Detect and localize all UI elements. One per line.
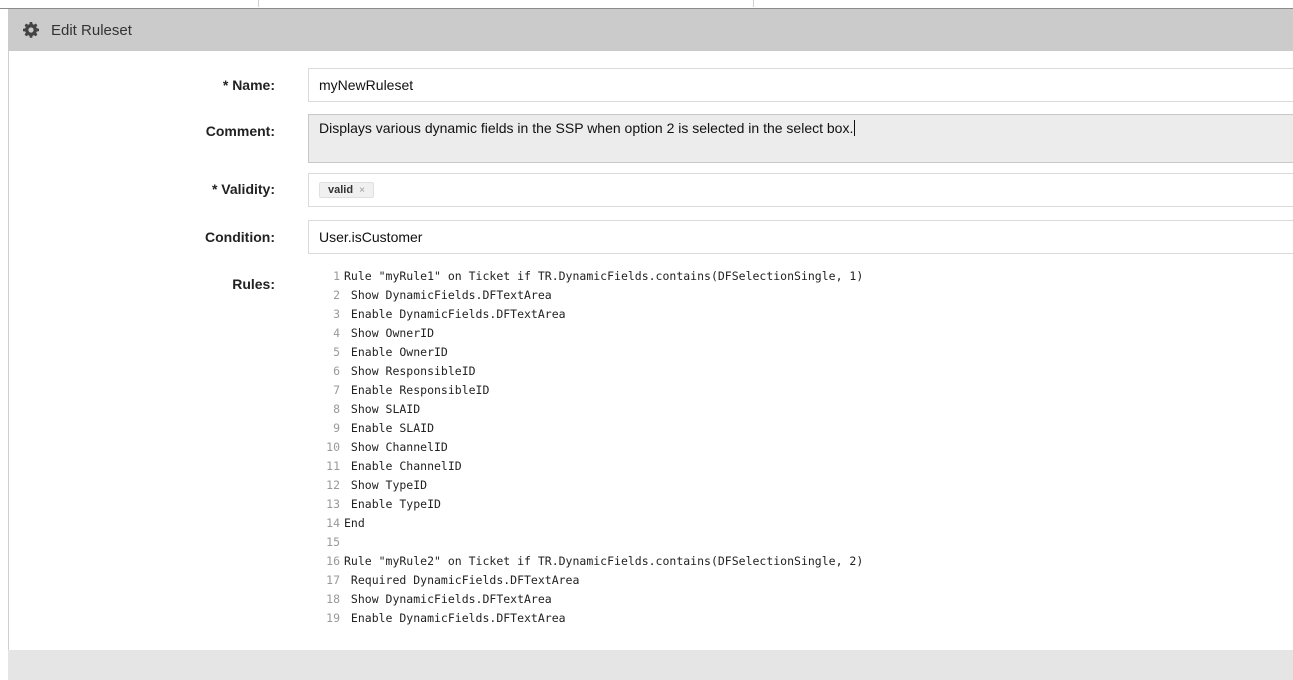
code-line: 6 Show ResponsibleID bbox=[308, 362, 1293, 381]
line-number: 16 bbox=[326, 554, 340, 568]
code-line: 13 Enable TypeID bbox=[308, 495, 1293, 514]
line-number: 1 bbox=[333, 269, 340, 283]
code-text: Show DynamicFields.DFTextArea bbox=[344, 592, 552, 606]
line-number: 13 bbox=[326, 497, 340, 511]
line-number: 2 bbox=[333, 288, 340, 302]
line-number: 8 bbox=[333, 402, 340, 416]
validity-token-label: valid bbox=[328, 184, 354, 196]
code-text: Required DynamicFields.DFTextArea bbox=[344, 573, 580, 587]
remove-token-icon[interactable]: × bbox=[359, 185, 365, 196]
code-line: 7 Enable ResponsibleID bbox=[308, 381, 1293, 400]
code-text: Enable OwnerID bbox=[344, 345, 448, 359]
code-text: Show SLAID bbox=[344, 402, 421, 416]
code-text: Show ChannelID bbox=[344, 440, 448, 454]
validity-token: valid × bbox=[319, 182, 374, 198]
code-line: 4 Show OwnerID bbox=[308, 324, 1293, 343]
code-line: 3 Enable DynamicFields.DFTextArea bbox=[308, 305, 1293, 324]
line-number: 14 bbox=[326, 516, 340, 530]
code-line: 16 Rule "myRule2" on Ticket if TR.Dynamic… bbox=[308, 552, 1293, 571]
column-divider bbox=[753, 0, 754, 7]
code-line: 1 Rule "myRule1" on Ticket if TR.DynamicF… bbox=[308, 267, 1293, 286]
code-line: 17 Required DynamicFields.DFTextArea bbox=[308, 571, 1293, 590]
code-text: Enable ChannelID bbox=[344, 459, 462, 473]
line-number: 7 bbox=[333, 383, 340, 397]
line-number: 17 bbox=[326, 573, 340, 587]
code-line: 5 Enable OwnerID bbox=[308, 343, 1293, 362]
code-line: 2 Show DynamicFields.DFTextArea bbox=[308, 286, 1293, 305]
line-number: 4 bbox=[333, 326, 340, 340]
code-line: 19 Enable DynamicFields.DFTextArea bbox=[308, 609, 1293, 628]
code-text: End bbox=[344, 516, 365, 530]
code-text: Enable ResponsibleID bbox=[344, 383, 490, 397]
line-number: 15 bbox=[326, 535, 340, 549]
code-text: Rule "myRule2" on Ticket if TR.DynamicFi… bbox=[344, 554, 864, 568]
line-number: 19 bbox=[326, 611, 340, 625]
code-line: 15 bbox=[308, 533, 1293, 552]
rules-label: Rules: bbox=[232, 276, 275, 292]
line-number: 10 bbox=[326, 440, 340, 454]
form-footer bbox=[8, 650, 1293, 680]
code-line: 8 Show SLAID bbox=[308, 400, 1293, 419]
code-text: Enable DynamicFields.DFTextArea bbox=[344, 307, 566, 321]
code-text: Show OwnerID bbox=[344, 326, 435, 340]
panel-header: Edit Ruleset bbox=[8, 9, 1293, 51]
condition-label: Condition: bbox=[205, 229, 275, 245]
condition-value: User.isCustomer bbox=[319, 229, 423, 245]
line-number: 3 bbox=[333, 307, 340, 321]
code-line: 10 Show ChannelID bbox=[308, 438, 1293, 457]
gear-icon bbox=[23, 22, 39, 38]
column-divider bbox=[258, 0, 259, 7]
code-text: Enable SLAID bbox=[344, 421, 435, 435]
code-line: 12 Show TypeID bbox=[308, 476, 1293, 495]
condition-input[interactable]: User.isCustomer bbox=[308, 220, 1293, 254]
line-number: 11 bbox=[326, 459, 340, 473]
code-line: 11 Enable ChannelID bbox=[308, 457, 1293, 476]
code-text: Show TypeID bbox=[344, 478, 428, 492]
validity-label: * Validity: bbox=[211, 181, 275, 197]
comment-value: Displays various dynamic fields in the S… bbox=[319, 120, 854, 136]
panel-title: Edit Ruleset bbox=[51, 21, 132, 39]
name-input[interactable]: myNewRuleset bbox=[308, 68, 1293, 102]
validity-select[interactable]: valid × bbox=[308, 173, 1293, 207]
name-value: myNewRuleset bbox=[319, 77, 414, 93]
code-text: Rule "myRule1" on Ticket if TR.DynamicFi… bbox=[344, 269, 864, 283]
code-text: Enable TypeID bbox=[344, 497, 441, 511]
line-number: 12 bbox=[326, 478, 340, 492]
code-line: 14 End bbox=[308, 514, 1293, 533]
line-number: 6 bbox=[333, 364, 340, 378]
line-number: 9 bbox=[333, 421, 340, 435]
comment-label: Comment: bbox=[205, 123, 275, 139]
rules-code-editor[interactable]: 1 Rule "myRule1" on Ticket if TR.DynamicF… bbox=[308, 267, 1293, 637]
top-strip bbox=[0, 0, 1293, 9]
line-number: 18 bbox=[326, 592, 340, 606]
name-label: * Name: bbox=[222, 77, 275, 93]
text-caret bbox=[854, 120, 856, 136]
code-line: 18 Show DynamicFields.DFTextArea bbox=[308, 590, 1293, 609]
line-number: 5 bbox=[333, 345, 340, 359]
code-text: Show ResponsibleID bbox=[344, 364, 476, 378]
code-line: 9 Enable SLAID bbox=[308, 419, 1293, 438]
code-text: Show DynamicFields.DFTextArea bbox=[344, 288, 552, 302]
code-text: Enable DynamicFields.DFTextArea bbox=[344, 611, 566, 625]
comment-textarea[interactable]: Displays various dynamic fields in the S… bbox=[308, 114, 1293, 163]
